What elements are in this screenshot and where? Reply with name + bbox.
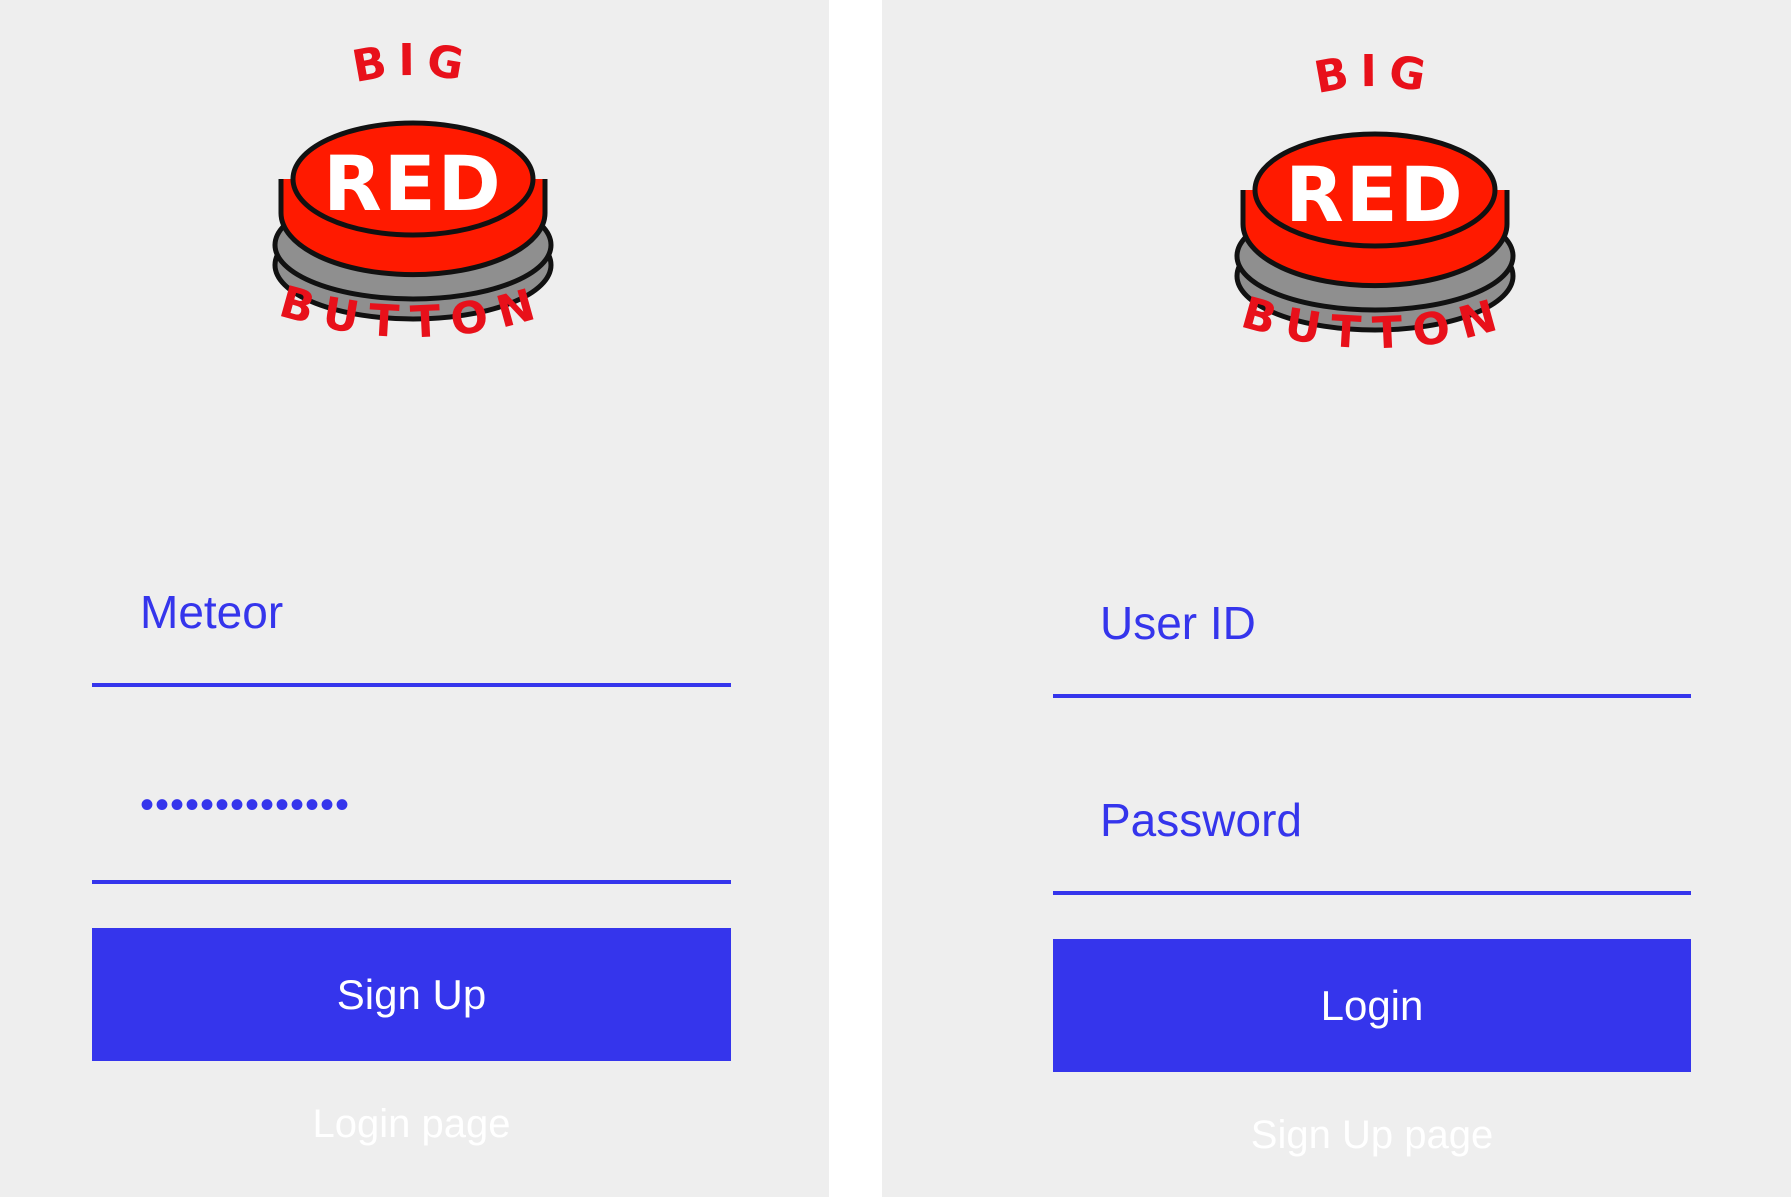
sign-up-button[interactable]: Sign Up: [92, 928, 731, 1061]
username-field[interactable]: Meteor: [140, 589, 283, 635]
logo-top-text: BIG: [348, 41, 477, 93]
big-red-button-logo: BIG RED BUTTON: [272, 41, 554, 349]
signup-panel: BIG RED BUTTON Meteor •••••••••••••• Sig…: [0, 0, 829, 1197]
password-field[interactable]: Password: [1100, 797, 1302, 843]
logo-center-text: RED: [323, 139, 503, 228]
username-underline: [92, 683, 731, 687]
logo-top-text: BIG: [1310, 52, 1439, 104]
password-underline: [92, 880, 731, 884]
login-button[interactable]: Login: [1053, 939, 1691, 1072]
login-page-link[interactable]: Login page: [92, 1104, 731, 1144]
big-red-button-logo: BIG RED BUTTON: [1234, 52, 1516, 360]
logo-center-text: RED: [1285, 150, 1465, 239]
password-field[interactable]: ••••••••••••••: [140, 785, 350, 825]
sign-up-page-link[interactable]: Sign Up page: [1053, 1115, 1691, 1155]
password-underline: [1053, 891, 1691, 895]
user-id-underline: [1053, 694, 1691, 698]
user-id-field[interactable]: User ID: [1100, 600, 1256, 646]
login-panel: BIG RED BUTTON User ID Password Login Si…: [882, 0, 1791, 1197]
